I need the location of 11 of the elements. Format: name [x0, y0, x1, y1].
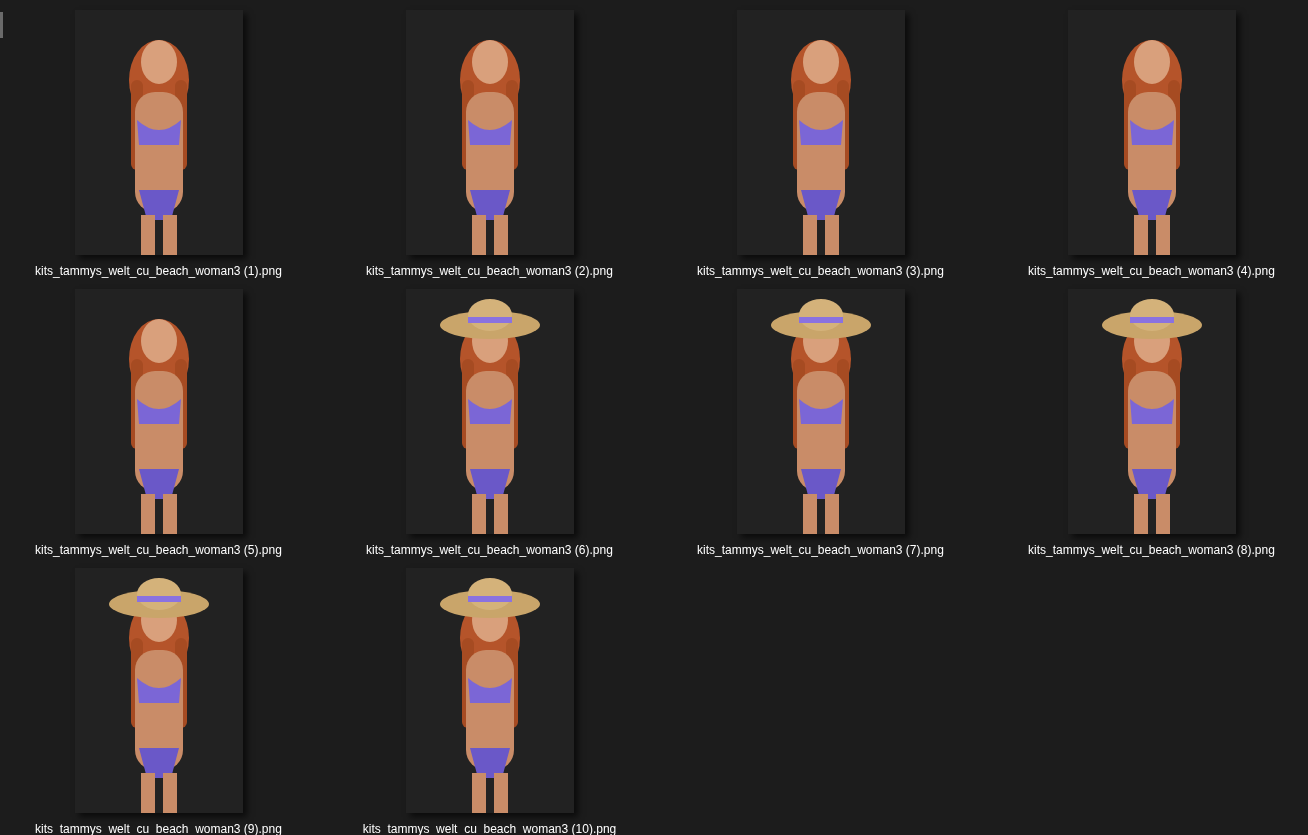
file-name[interactable]: kits_tammys_welt_cu_beach_woman3 (10).png	[362, 821, 617, 835]
file-name[interactable]: kits_tammys_welt_cu_beach_woman3 (9).png	[35, 821, 282, 835]
file-name[interactable]: kits_tammys_welt_cu_beach_woman3 (4).png	[1028, 263, 1275, 279]
file-name[interactable]: kits_tammys_welt_cu_beach_woman3 (6).png	[366, 542, 613, 558]
file-name[interactable]: kits_tammys_welt_cu_beach_woman3 (2).png	[366, 263, 613, 279]
file-name[interactable]: kits_tammys_welt_cu_beach_woman3 (3).png	[697, 263, 944, 279]
pane-edge	[0, 12, 3, 38]
file-name[interactable]: kits_tammys_welt_cu_beach_woman3 (8).png	[1028, 542, 1275, 558]
file-name[interactable]: kits_tammys_welt_cu_beach_woman3 (1).png	[35, 263, 282, 279]
file-name[interactable]: kits_tammys_welt_cu_beach_woman3 (7).png	[697, 542, 944, 558]
file-name[interactable]: kits_tammys_welt_cu_beach_woman3 (5).png	[35, 542, 282, 558]
